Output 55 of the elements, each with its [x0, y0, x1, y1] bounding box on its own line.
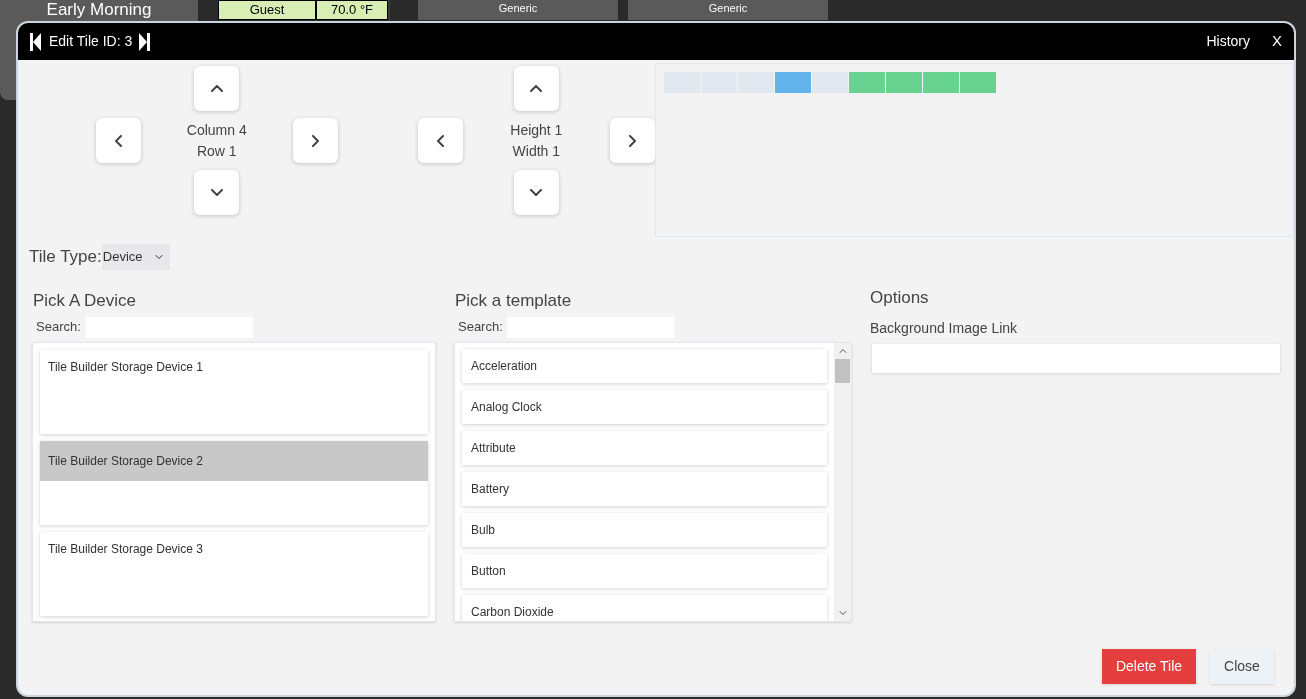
left-arrow-button[interactable] — [417, 118, 463, 163]
template-item[interactable]: Carbon Dioxide — [462, 594, 827, 621]
temperature-cell: 70.0 °F — [316, 0, 388, 20]
dialog-x-button[interactable]: X — [1272, 30, 1282, 53]
device-name: Tile Builder Storage Device 1 — [47, 358, 204, 376]
search-label: Search: — [458, 318, 503, 337]
template-section-title: Pick a template — [455, 290, 573, 312]
device-name: Tile Builder Storage Device 3 — [47, 540, 204, 558]
tile-type-select[interactable]: Device — [101, 244, 170, 270]
pad-label: Column 4 — [186, 120, 247, 140]
generic-tile: Generic — [628, 0, 828, 20]
device-card[interactable]: Tile Builder Storage Device 1 — [40, 349, 428, 434]
close-dialog-button[interactable]: Close — [1210, 648, 1274, 684]
scrollbar[interactable] — [834, 342, 851, 621]
template-item[interactable]: Button — [462, 553, 827, 588]
chevron-icon — [210, 85, 223, 92]
skip-back-icon[interactable] — [30, 32, 41, 51]
chevron-icon — [210, 189, 223, 196]
options-title: Options — [870, 287, 930, 309]
pad-label: Height 1 — [510, 120, 563, 140]
generic-tile: Generic — [418, 0, 618, 20]
room-cell: Guest — [218, 0, 316, 20]
chevron-icon — [115, 134, 122, 147]
device-card[interactable]: Tile Builder Storage Device 2 — [40, 440, 428, 525]
up-arrow-button[interactable] — [194, 66, 240, 111]
search-label: Search: — [36, 318, 81, 337]
up-arrow-button[interactable] — [513, 66, 559, 111]
down-arrow-button[interactable] — [513, 170, 559, 215]
chevron-icon — [436, 134, 444, 147]
device-card[interactable]: Tile Builder Storage Device 3 — [40, 531, 428, 616]
right-arrow-button[interactable] — [292, 118, 338, 163]
right-arrow-button[interactable] — [610, 118, 656, 163]
template-item[interactable]: Bulb — [462, 512, 827, 547]
pad-label: Width 1 — [512, 141, 561, 161]
template-item[interactable]: Battery — [462, 471, 827, 506]
field-label: Background Image Link — [870, 318, 1019, 338]
down-arrow-button[interactable] — [194, 170, 240, 215]
chevron-icon — [530, 85, 543, 92]
template-item[interactable]: Analog Clock — [462, 389, 827, 424]
tile-type-label: Tile Type: — [29, 246, 102, 269]
left-arrow-button[interactable] — [96, 118, 141, 163]
background-image-link-field[interactable] — [872, 343, 1280, 373]
skip-forward-icon[interactable] — [139, 32, 151, 51]
dialog-title: Edit Tile ID: 3 — [49, 32, 133, 51]
scroll-thumb[interactable] — [835, 358, 850, 383]
history-button[interactable]: History — [1206, 31, 1250, 52]
pad-label: Row 1 — [196, 141, 237, 161]
chevron-icon — [311, 134, 319, 147]
delete-tile-button[interactable]: Delete Tile — [1102, 648, 1196, 684]
chevron-icon — [629, 134, 637, 147]
device-name: Tile Builder Storage Device 2 — [40, 440, 428, 481]
chevron-icon — [530, 189, 543, 196]
template-item[interactable]: Attribute — [462, 430, 827, 465]
template-item[interactable]: Acceleration — [462, 348, 827, 383]
device-section-title: Pick A Device — [33, 290, 137, 312]
